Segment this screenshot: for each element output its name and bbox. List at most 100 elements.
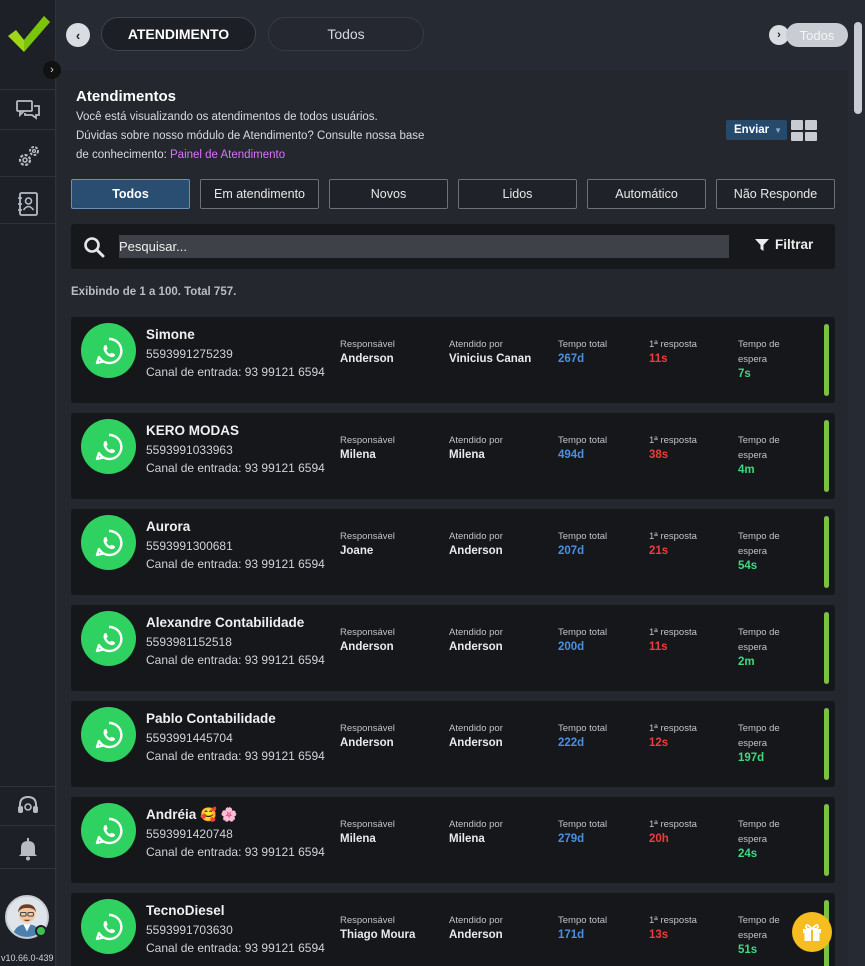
primeira-resposta-value: 12s [649, 737, 669, 749]
tempo-espera-label-2: espera [738, 834, 768, 845]
responsavel-label: Responsável [340, 435, 395, 446]
app-version: v10.66.0-439 [1, 953, 54, 963]
filter-todos[interactable]: Todos [71, 179, 190, 209]
tab-todos[interactable]: Todos [268, 17, 424, 51]
tempo-total-value: 207d [558, 545, 585, 557]
logo-check-icon[interactable] [6, 12, 50, 56]
status-indicator [824, 324, 829, 396]
responsavel-value: Milena [340, 449, 376, 461]
contact-name: Aurora [146, 519, 191, 534]
responsavel-column: Responsável Joane [340, 529, 395, 557]
tempo-total-value: 222d [558, 737, 585, 749]
contact-phone: 5593991033963 [146, 443, 233, 457]
filter-em-atendimento[interactable]: Em atendimento [200, 179, 319, 209]
filter-button[interactable]: Filtrar [755, 237, 813, 252]
desc-line: Você está visualizando os atendimentos d… [76, 111, 378, 123]
filter-nao-responde[interactable]: Não Responde [716, 179, 835, 209]
contact-phone: 5593981152518 [146, 635, 232, 649]
tab-atendimento[interactable]: ATENDIMENTO [101, 17, 256, 51]
tempo-espera-value: 24s [738, 848, 758, 860]
primeira-resposta-label: 1ª resposta [649, 819, 697, 830]
status-indicator [824, 708, 829, 780]
contact-card[interactable]: Aurora 5593991300681 Canal de entrada: 9… [71, 509, 835, 595]
tempo-total-column: Tempo total 171d [558, 913, 607, 941]
send-button[interactable]: Enviar ▼ [726, 120, 787, 140]
tempo-espera-label: Tempo de [738, 435, 780, 446]
help-link[interactable]: Painel de Atendimento [170, 149, 285, 161]
contact-phone: 5593991420748 [146, 827, 233, 841]
desc-line: Dúvidas sobre nosso módulo de Atendiment… [76, 130, 425, 142]
contact-card[interactable]: Simone 5593991275239 Canal de entrada: 9… [71, 317, 835, 403]
atendido-por-label: Atendido por [449, 819, 503, 830]
results-summary: Exibindo de 1 a 100. Total 757. [71, 286, 237, 298]
tempo-espera-label-2: espera [738, 642, 768, 653]
scope-toggle-todos[interactable]: Todos [786, 23, 848, 47]
whatsapp-icon [81, 515, 136, 570]
tempo-total-value: 279d [558, 833, 585, 845]
sidebar-item-settings[interactable] [0, 137, 56, 177]
primeira-resposta-label: 1ª resposta [649, 915, 697, 926]
tempo-total-value: 200d [558, 641, 585, 653]
tempo-espera-value: 7s [738, 368, 751, 380]
scrollbar-thumb[interactable] [854, 22, 862, 114]
sidebar-item-chats[interactable] [0, 90, 56, 130]
desc-line: de conhecimento: [76, 149, 167, 161]
atendido-por-column: Atendido por Milena [449, 817, 503, 845]
atendido-por-column: Atendido por Anderson [449, 625, 503, 653]
contact-card[interactable]: KERO MODAS 5593991033963 Canal de entrad… [71, 413, 835, 499]
atendido-por-value: Vinicius Canan [449, 353, 532, 365]
tempo-espera-label: Tempo de [738, 531, 780, 542]
tempo-espera-label: Tempo de [738, 627, 780, 638]
responsavel-label: Responsável [340, 915, 395, 926]
tempo-espera-label: Tempo de [738, 339, 780, 350]
sidebar-item-contacts[interactable] [0, 184, 56, 224]
primeira-resposta-value: 13s [649, 929, 669, 941]
search-input[interactable] [119, 235, 729, 258]
contact-card[interactable]: Andréia 🥰 🌸 5593991420748 Canal de entra… [71, 797, 835, 883]
tempo-espera-value: 197d [738, 752, 765, 764]
status-indicator [824, 516, 829, 588]
gift-icon[interactable] [792, 912, 832, 952]
atendido-por-column: Atendido por Vinicius Canan [449, 337, 531, 365]
sidebar-expand-chevron-icon[interactable]: › [43, 61, 61, 79]
primeira-resposta-label: 1ª resposta [649, 435, 697, 446]
atendido-por-label: Atendido por [449, 435, 503, 446]
tempo-espera-label-2: espera [738, 450, 768, 461]
atendido-por-column: Atendido por Anderson [449, 721, 503, 749]
contact-channel: Canal de entrada: 93 99121 6594 [146, 557, 325, 571]
tempo-total-label: Tempo total [558, 723, 608, 734]
tempo-espera-column: Tempo de espera 51s [738, 913, 780, 956]
tempo-espera-label-2: espera [738, 546, 768, 557]
sidebar-item-notifications[interactable] [0, 829, 56, 869]
primeira-resposta-column: 1ª resposta 12s [649, 721, 697, 749]
atendido-por-column: Atendido por Anderson [449, 529, 503, 557]
headset-icon [18, 795, 38, 813]
atendido-por-label: Atendido por [449, 531, 503, 542]
contact-name: Andréia 🥰 🌸 [146, 807, 238, 822]
responsavel-label: Responsável [340, 627, 395, 638]
whatsapp-icon [81, 803, 136, 858]
grid-view-icon[interactable] [791, 120, 817, 141]
back-chevron-icon[interactable]: ‹ [66, 23, 90, 47]
contact-card[interactable]: TecnoDiesel 5593991703630 Canal de entra… [71, 893, 835, 966]
filter-lidos[interactable]: Lidos [458, 179, 577, 209]
primeira-resposta-label: 1ª resposta [649, 531, 697, 542]
primeira-resposta-label: 1ª resposta [649, 627, 697, 638]
search-bar: Filtrar [71, 224, 835, 269]
filter-automatico[interactable]: Automático [587, 179, 706, 209]
scrollbar[interactable] [851, 0, 865, 966]
primeira-resposta-value: 38s [649, 449, 669, 461]
funnel-icon [755, 238, 769, 251]
tempo-total-value: 494d [558, 449, 585, 461]
tempo-espera-value: 54s [738, 560, 758, 572]
tempo-espera-label-2: espera [738, 930, 768, 941]
primeira-resposta-value: 21s [649, 545, 669, 557]
filter-novos[interactable]: Novos [329, 179, 448, 209]
contact-card[interactable]: Pablo Contabilidade 5593991445704 Canal … [71, 701, 835, 787]
tempo-total-column: Tempo total 207d [558, 529, 607, 557]
contact-card[interactable]: Alexandre Contabilidade 5593981152518 Ca… [71, 605, 835, 691]
tempo-espera-column: Tempo de espera 24s [738, 817, 780, 860]
sidebar-item-support[interactable] [0, 786, 56, 826]
contact-name: KERO MODAS [146, 423, 240, 438]
primeira-resposta-value: 20h [649, 833, 669, 845]
